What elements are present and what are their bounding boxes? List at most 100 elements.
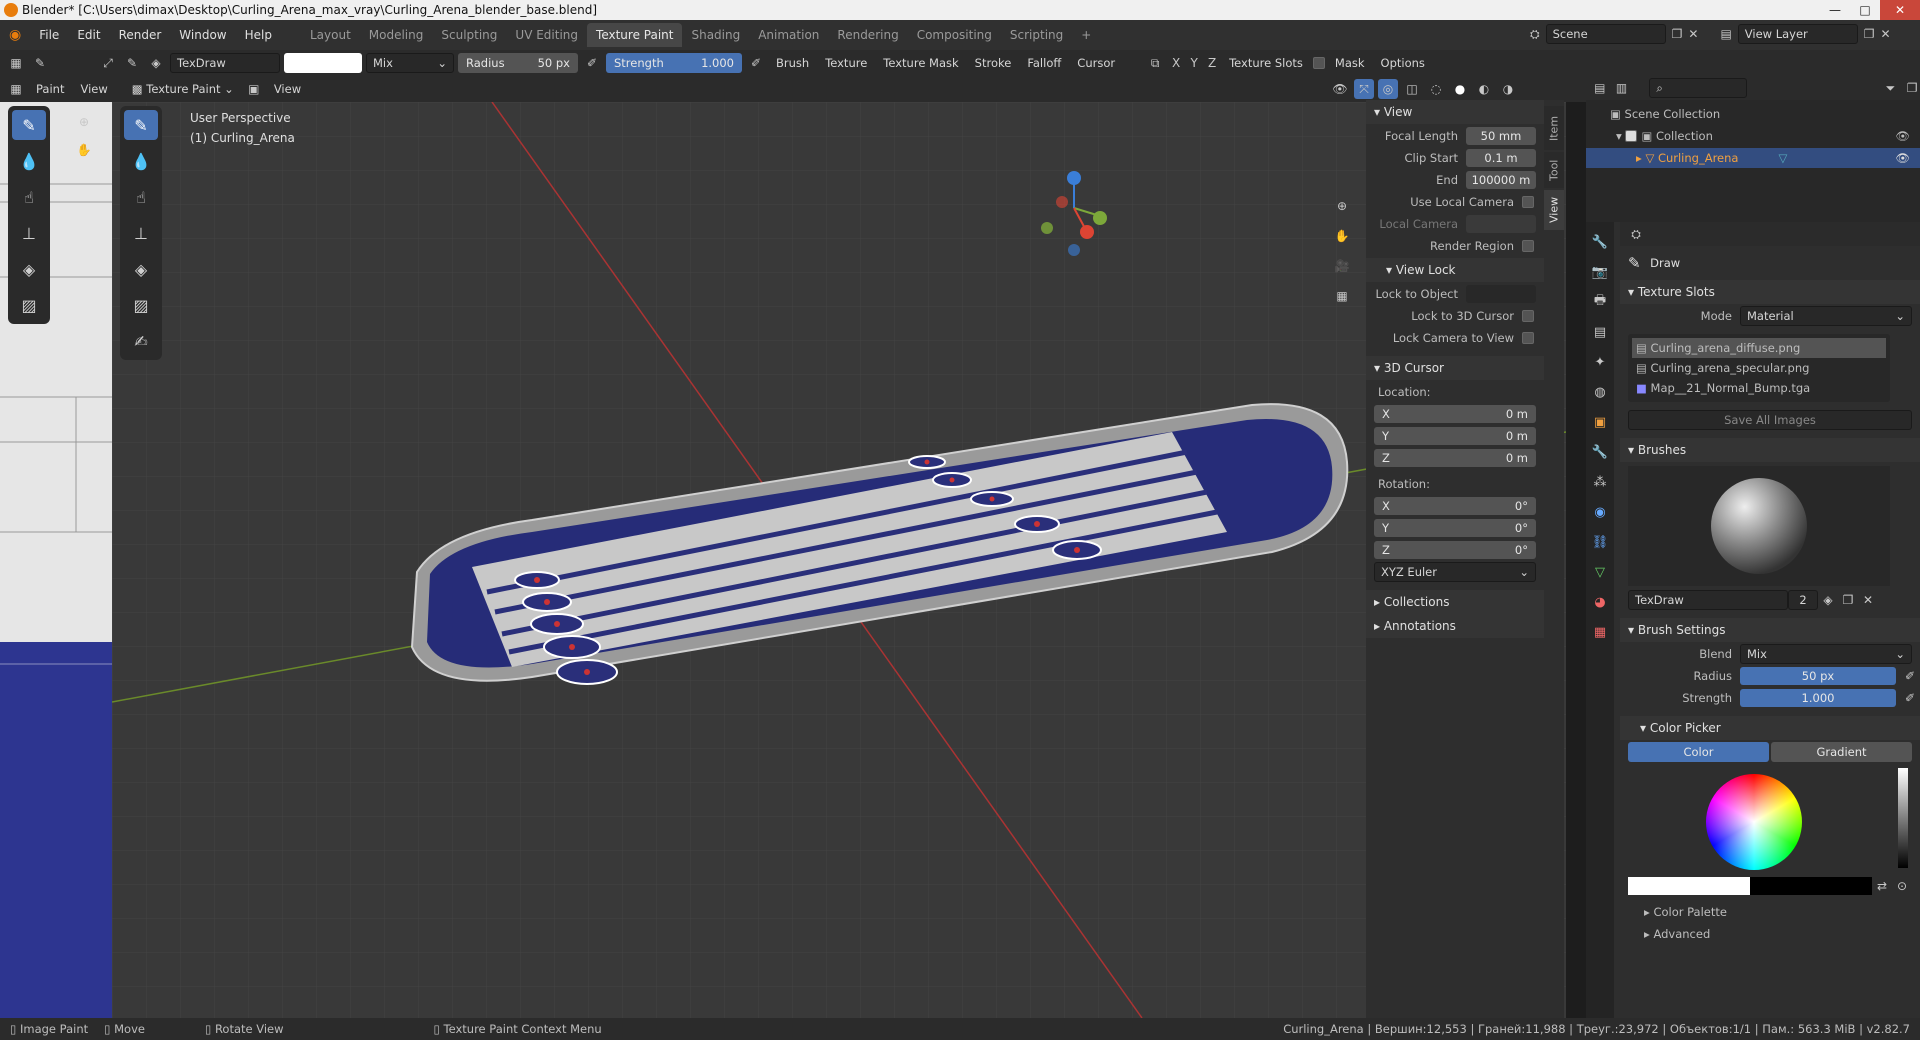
visibility-icon[interactable]: 👁 [1330,79,1350,99]
lock-to-object-field[interactable] [1466,285,1536,303]
tab-texture-paint[interactable]: Texture Paint [587,23,683,47]
mirror-x-toggle[interactable]: X [1169,53,1183,73]
brush-name-field[interactable]: TexDraw [1628,590,1788,610]
brush-preview[interactable] [1628,466,1890,586]
camera-icon[interactable]: 🎥 [1332,256,1352,276]
maximize-button[interactable]: □ [1850,0,1880,20]
annotate-tool-icon[interactable]: ✍ [124,326,158,356]
outliner-row-curling-arena[interactable]: ▸ ▽ Curling_Arena ▽ 👁 [1586,148,1920,168]
clone-tool-icon[interactable]: ⊥ [124,218,158,248]
expand-icon[interactable]: ▾ [1616,129,1625,143]
clip-end-field[interactable]: 100000 m [1466,171,1536,189]
color-tab[interactable]: Color [1628,742,1769,762]
view-section-header[interactable]: ▾ View [1366,100,1544,124]
radius-pressure-icon[interactable]: ✐ [582,53,602,73]
tab-scripting[interactable]: Scripting [1001,23,1072,47]
texture-paint-mode-dropdown[interactable]: ▩ Texture Paint ⌄ [126,79,240,99]
menu-falloff[interactable]: Falloff [1021,53,1067,73]
soften-tool-icon[interactable]: 💧 [124,146,158,176]
collection-checkbox[interactable] [1625,130,1638,142]
view-lock-section-header[interactable]: ▾ View Lock [1366,258,1544,282]
gizmo-icon[interactable]: ⤧ [1354,79,1374,99]
tab-view[interactable]: View [1544,190,1564,230]
menu-texture-slots[interactable]: Texture Slots [1223,53,1309,73]
color-wheel-area[interactable] [1620,764,1920,874]
texture-slot-item[interactable]: ▤ Curling_arena_specular.png [1632,358,1886,378]
texture-tab-icon[interactable]: ▦ [1590,622,1610,642]
strength-field[interactable]: 1.000 [1740,689,1896,707]
collections-section-header[interactable]: ▸ Collections [1366,590,1544,614]
tab-shading[interactable]: Shading [682,23,749,47]
save-all-images-button[interactable]: Save All Images [1628,410,1912,430]
menu-cursor[interactable]: Cursor [1071,53,1121,73]
remove-scene-icon[interactable]: ✕ [1688,27,1698,41]
menu-window[interactable]: Window [170,28,235,42]
menu-texture-mask[interactable]: Texture Mask [877,53,964,73]
physics-tab-icon[interactable]: ◉ [1590,502,1610,522]
image-view-menu[interactable]: View [74,79,113,99]
texture-slot-item[interactable]: ■ Map__21_Normal_Bump.tga [1632,378,1886,398]
fill-tool-icon[interactable]: ◈ [12,254,46,284]
radius-slider[interactable]: Radius 50 px [458,53,578,73]
view-layer-icon[interactable]: ▤ [1720,27,1731,41]
color-palette-header[interactable]: ▸ Color Palette [1620,902,1920,922]
tab-uv-editing[interactable]: UV Editing [506,23,587,47]
render-tab-icon[interactable]: 📷 [1590,262,1610,282]
remove-view-layer-icon[interactable]: ✕ [1881,27,1891,41]
image-editor-icon[interactable]: ▦ [6,79,26,99]
menu-mask[interactable]: Mask [1329,53,1371,73]
zoom-icon[interactable]: ⊕ [74,112,94,132]
menu-render[interactable]: Render [110,28,171,42]
tab-layout[interactable]: Layout [301,23,360,47]
cursor-location-x-field[interactable]: X 0 m [1374,405,1536,423]
constraints-tab-icon[interactable]: ⛓ [1590,532,1610,552]
rendered-shading-icon[interactable]: ◑ [1498,79,1518,99]
smear-tool-icon[interactable]: ☝ [124,182,158,212]
outliner-row-scene-collection[interactable]: ▣ Scene Collection [1586,104,1920,124]
new-scene-icon[interactable]: ❐ [1672,27,1683,41]
clone-tool-icon[interactable]: ⊥ [12,218,46,248]
slot-mode-dropdown[interactable]: Material ⌄ [1740,306,1912,326]
menu-help[interactable]: Help [236,28,281,42]
properties-editor-icon[interactable]: ⛭ [1626,224,1646,244]
cursor-location-z-field[interactable]: Z 0 m [1374,449,1536,467]
xray-icon[interactable]: ◫ [1402,79,1422,99]
solid-shading-icon[interactable]: ● [1450,79,1470,99]
viewport-view-menu[interactable]: View [268,79,307,99]
menu-file[interactable]: File [30,28,68,42]
close-button[interactable]: ✕ [1880,0,1920,20]
menu-stroke[interactable]: Stroke [969,53,1018,73]
fill-tool-icon[interactable]: ◈ [124,254,158,284]
tab-sculpting[interactable]: Sculpting [432,23,506,47]
menu-edit[interactable]: Edit [68,28,109,42]
clip-start-field[interactable]: 0.1 m [1466,149,1536,167]
filter-icon[interactable]: ⏷ [1883,78,1899,98]
strength-slider[interactable]: Strength 1.000 [606,53,742,73]
expand-icon[interactable]: ▸ [1636,151,1645,165]
add-workspace-button[interactable]: + [1072,23,1100,47]
object-tab-icon[interactable]: ▣ [1590,412,1610,432]
texture-slots-section-header[interactable]: ▾ Texture Slots [1620,280,1920,304]
pan-hand-icon[interactable]: ✋ [1332,226,1352,246]
tab-animation[interactable]: Animation [749,23,828,47]
brush-color-swatch[interactable] [284,53,362,73]
zoom-icon[interactable]: ⊕ [1332,196,1352,216]
brush-settings-section-header[interactable]: ▾ Brush Settings [1620,618,1920,642]
value-slider[interactable] [1898,768,1908,868]
outliner-editor-icon[interactable]: ▤ [1592,78,1608,98]
lock-camera-checkbox[interactable] [1522,332,1534,344]
particles-tab-icon[interactable]: ⁂ [1590,472,1610,492]
scene-icon[interactable]: ⛭ [1530,27,1540,42]
unlink-brush-icon[interactable]: ✕ [1858,590,1878,610]
strength-pressure-icon[interactable]: ✐ [746,53,766,73]
wireframe-shading-icon[interactable]: ◌ [1426,79,1446,99]
rotation-mode-dropdown[interactable]: XYZ Euler ⌄ [1374,562,1536,582]
new-collection-icon[interactable]: ❐ [1904,78,1920,98]
cursor-location-y-field[interactable]: Y 0 m [1374,427,1536,445]
local-camera-field[interactable] [1466,215,1536,233]
output-tab-icon[interactable]: 🖶 [1590,292,1610,312]
use-local-camera-checkbox[interactable] [1522,196,1534,208]
mask-tool-icon[interactable]: ▨ [124,290,158,320]
paint-mask-icon[interactable]: ▣ [244,79,264,99]
modifier-tab-icon[interactable]: 🔧 [1590,442,1610,462]
